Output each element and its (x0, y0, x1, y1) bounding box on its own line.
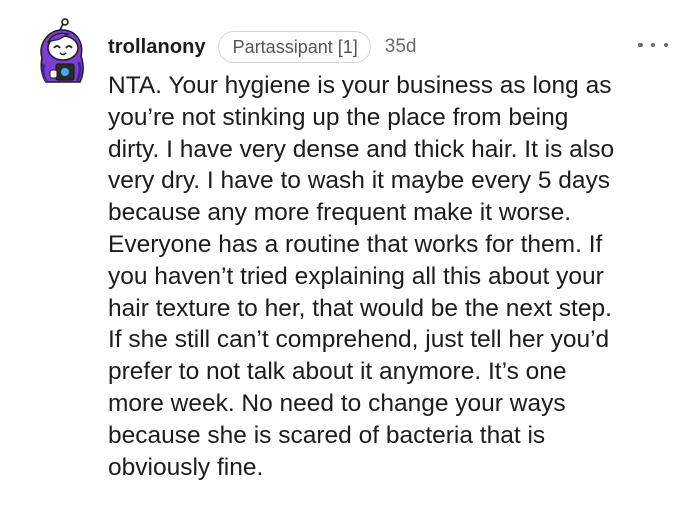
more-options-icon-dot (650, 42, 656, 48)
comment-body-line: prefer to not talk about it anymore. It’… (108, 358, 567, 386)
more-options-icon-dot (663, 42, 668, 48)
comment-body-line: dirty. I have very dense and thick hair.… (108, 135, 615, 163)
comment-body: NTA. Your hygiene is your business as lo… (108, 70, 688, 483)
comment-body-line: more week. No need to change your ways (108, 389, 566, 417)
more-options-icon-dot (638, 42, 643, 48)
more-options-button[interactable] (638, 36, 668, 54)
user-avatar[interactable] (34, 18, 90, 84)
user-flair-badge: Partassipant [1] (217, 31, 371, 63)
comment: trollanony Partassipant [1] 35d NTA. You… (0, 0, 700, 512)
comment-body-line: because she is scared of bacteria that i… (108, 421, 546, 449)
comment-body-line: hair texture to her, that would be the n… (108, 294, 612, 322)
comment-body-line: because any more frequent make it worse. (108, 199, 572, 227)
author-username[interactable]: trollanony (108, 36, 206, 59)
comment-age[interactable]: 35d (385, 36, 417, 58)
comment-body-line: If she still can’t comprehend, just tell… (108, 326, 610, 354)
snoo-avatar-icon (40, 18, 84, 83)
comment-body-line: very dry. I have to wash it maybe every … (108, 167, 611, 195)
comment-body-line: you’re not stinking up the place from be… (108, 103, 569, 131)
comment-body-line: you haven’t tried explaining all this ab… (108, 262, 604, 290)
comment-body-line: NTA. Your hygiene is your business as lo… (108, 72, 612, 99)
comment-meta: trollanony Partassipant [1] 35d (108, 30, 416, 64)
comment-body-line: Everyone has a routine that works for th… (108, 230, 603, 258)
comment-body-line: obviously fine. (108, 453, 264, 481)
